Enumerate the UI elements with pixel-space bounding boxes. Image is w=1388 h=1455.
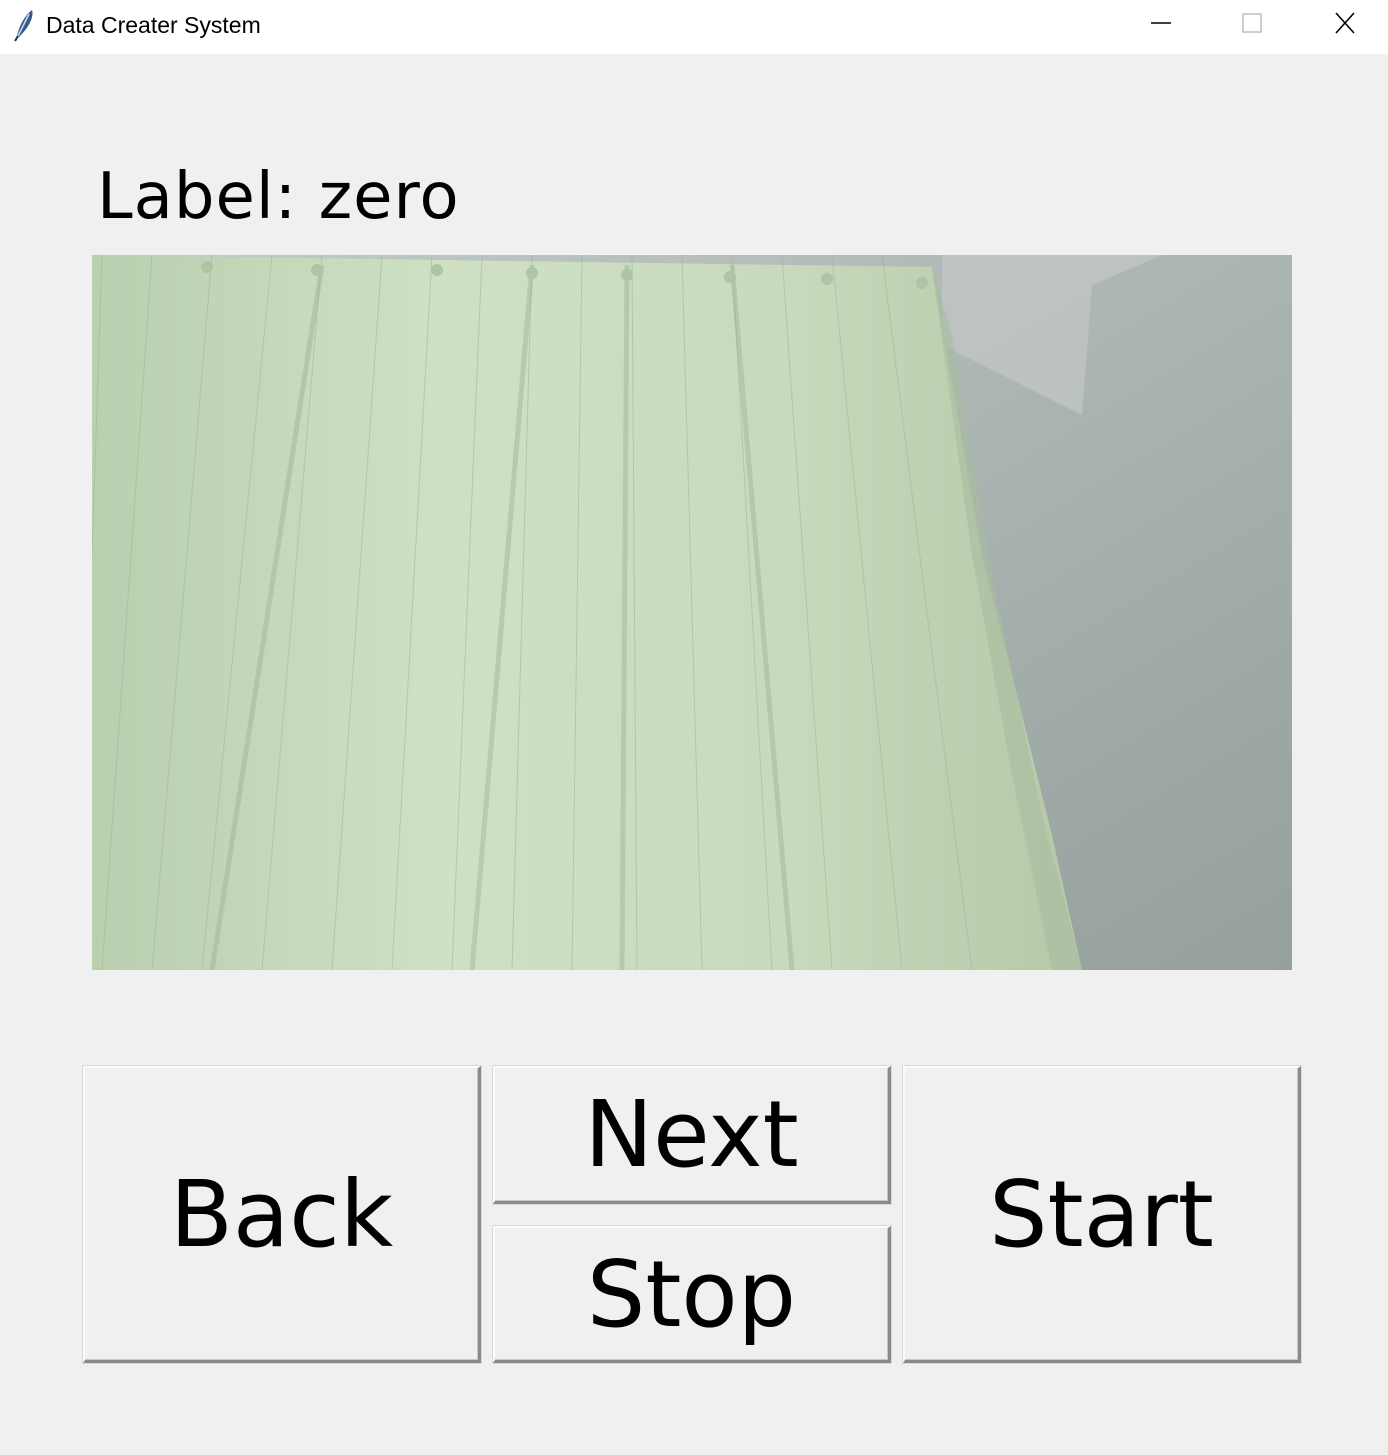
close-button[interactable] xyxy=(1298,0,1388,48)
next-button[interactable]: Next xyxy=(493,1066,891,1204)
close-icon xyxy=(1335,12,1355,34)
stop-button[interactable]: Stop xyxy=(493,1226,891,1363)
class-label: Label: zero xyxy=(97,160,460,234)
start-button[interactable]: Start xyxy=(903,1066,1301,1363)
app-window: Data Creater System Label: zero Back Nex… xyxy=(0,0,1388,1455)
maximize-icon xyxy=(1242,13,1262,33)
minimize-button[interactable] xyxy=(1115,0,1207,48)
back-button[interactable]: Back xyxy=(83,1066,481,1363)
window-title: Data Creater System xyxy=(46,12,261,38)
minimize-icon xyxy=(1151,22,1171,24)
maximize-button[interactable] xyxy=(1206,0,1298,48)
camera-preview xyxy=(92,255,1292,970)
feather-icon xyxy=(12,8,36,42)
title-bar[interactable]: Data Creater System xyxy=(0,0,1388,54)
